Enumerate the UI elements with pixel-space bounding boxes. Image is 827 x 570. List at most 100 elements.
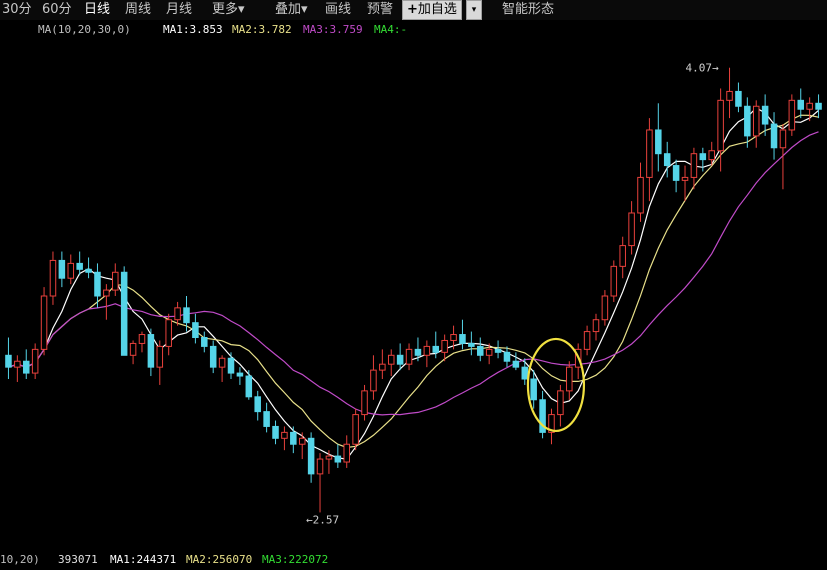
candle — [209, 340, 217, 374]
candle — [316, 453, 324, 513]
candle — [147, 328, 155, 377]
candle-body — [343, 443, 350, 463]
candle — [236, 367, 244, 385]
candle-body — [566, 366, 573, 392]
candle — [637, 162, 644, 222]
candle-body — [138, 334, 146, 344]
candle-body — [352, 414, 359, 445]
candle-body — [325, 455, 333, 460]
candle-body — [423, 345, 431, 356]
candle — [245, 370, 253, 400]
volume-legend-title: 10,20) — [0, 553, 40, 566]
candle-body — [94, 271, 101, 297]
candle-body — [245, 375, 253, 398]
candle — [40, 287, 48, 356]
candle — [423, 340, 431, 368]
candle-body — [744, 105, 751, 137]
candle-body — [583, 331, 591, 350]
candle-body — [655, 129, 662, 155]
candle-body — [663, 153, 671, 167]
candle-body — [103, 289, 110, 297]
candle — [201, 331, 208, 353]
candle-body — [735, 90, 742, 107]
candlestick-chart[interactable]: 4.07→ ←2.57 — [0, 0, 827, 570]
candle-body — [815, 102, 822, 110]
vol-ma1-value: MA1:244371 — [110, 553, 177, 566]
candle — [334, 444, 342, 468]
candle — [263, 402, 270, 433]
candle-body — [459, 334, 466, 344]
candle-body — [22, 360, 30, 374]
candle — [156, 340, 164, 385]
candle-body — [672, 165, 680, 181]
candle — [815, 94, 822, 119]
candle — [307, 432, 315, 483]
candle — [76, 251, 83, 276]
candle-body — [272, 425, 279, 439]
candle — [94, 263, 101, 308]
candle-body — [619, 245, 626, 267]
candle-body — [610, 265, 618, 297]
candle — [14, 355, 21, 382]
candle-body — [414, 348, 422, 356]
candle-body — [699, 153, 707, 161]
low-price-label: ←2.57 — [306, 513, 339, 526]
candle-body — [450, 334, 457, 341]
candle-body — [717, 99, 724, 152]
candle-body — [530, 378, 537, 401]
candle-body — [521, 366, 529, 380]
candle-body — [147, 334, 155, 368]
candle-body — [396, 354, 404, 365]
candle — [592, 313, 600, 341]
candle-body — [31, 348, 39, 374]
candle-body — [788, 99, 796, 131]
candle-body — [201, 337, 208, 347]
candle-body — [690, 153, 698, 178]
candle-body — [236, 372, 244, 377]
candle — [459, 319, 466, 350]
candle-body — [298, 437, 306, 445]
candle-body — [281, 431, 288, 439]
candle-body — [468, 342, 475, 347]
candle — [477, 337, 484, 362]
vol-ma2-value: MA2:256070 — [186, 553, 253, 566]
volume-value: 393071 — [58, 553, 98, 566]
candle — [503, 346, 511, 368]
candle-body — [761, 105, 769, 125]
candle-body — [192, 322, 199, 339]
candle — [672, 159, 680, 193]
candles — [5, 67, 822, 513]
candle — [31, 343, 39, 380]
candle-body — [628, 212, 635, 247]
candle-body — [76, 262, 83, 270]
candle — [58, 251, 66, 288]
candle — [254, 390, 261, 421]
candle — [379, 349, 386, 380]
candle-body — [254, 396, 261, 413]
candle — [165, 313, 172, 356]
candle — [387, 349, 395, 377]
candle — [67, 254, 75, 285]
candle-body — [797, 99, 805, 110]
candle — [699, 147, 707, 172]
candle — [218, 355, 226, 382]
candle-body — [129, 342, 137, 356]
candle-body — [779, 129, 787, 149]
candle-body — [708, 150, 715, 161]
candle-body — [174, 307, 181, 321]
candle-body — [165, 319, 172, 347]
candle — [726, 67, 733, 119]
candle — [85, 257, 92, 279]
candle-body — [379, 363, 386, 371]
candle — [752, 100, 760, 148]
candle-body — [441, 339, 448, 353]
candle — [281, 426, 288, 451]
candle-body — [156, 345, 164, 368]
candle — [22, 349, 30, 380]
candle-body — [361, 390, 368, 416]
candle — [539, 390, 546, 439]
candle — [298, 432, 306, 460]
candle — [779, 124, 787, 190]
candle — [138, 331, 146, 353]
candle-body — [770, 123, 778, 149]
